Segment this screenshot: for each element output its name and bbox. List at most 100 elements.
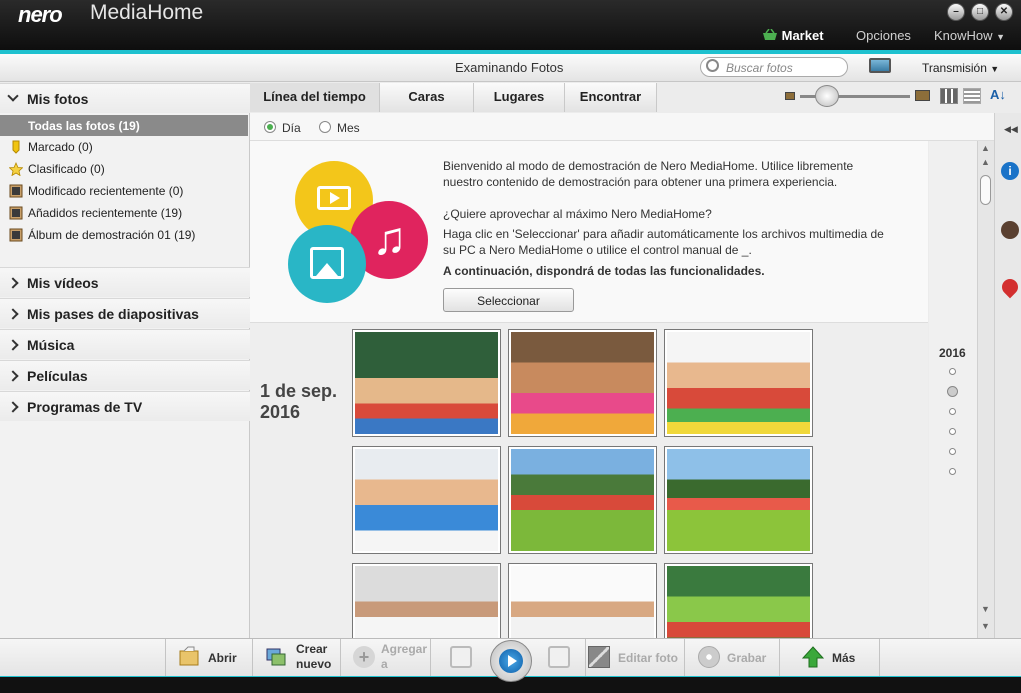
tab-find[interactable]: Encontrar bbox=[565, 83, 657, 112]
person-tag-icon[interactable] bbox=[1001, 221, 1019, 239]
title-bar: nero MediaHome – □ ✕ Market Opciones Kno… bbox=[0, 0, 1021, 50]
rotate-left-icon[interactable] bbox=[450, 646, 472, 668]
location-pin-icon[interactable] bbox=[998, 275, 1021, 299]
app-name: MediaHome bbox=[90, 1, 204, 24]
photo-thumbnail[interactable] bbox=[664, 329, 813, 437]
scroll-up-icon[interactable]: ▲ bbox=[981, 157, 990, 167]
section-label: Mis vídeos bbox=[27, 275, 99, 291]
radio-month[interactable] bbox=[319, 121, 331, 133]
demo-welcome-text: Bienvenido al modo de demostración de Ne… bbox=[443, 159, 854, 189]
sidebar-item-marked[interactable]: Marcado (0) bbox=[12, 140, 93, 154]
sidebar-item-all-photos[interactable]: Todas las fotos (19) bbox=[0, 115, 248, 136]
create-icon bbox=[266, 648, 286, 666]
tab-places[interactable]: Lugares bbox=[474, 83, 565, 112]
search-icon bbox=[706, 59, 719, 72]
collapse-panel-icon[interactable]: ◀◀ bbox=[1004, 124, 1018, 135]
scroll-top-icon[interactable]: ▲ bbox=[981, 143, 990, 153]
open-button[interactable]: Abrir bbox=[165, 639, 253, 677]
demo-question-text: ¿Quiere aprovechar al máximo Nero MediaH… bbox=[443, 207, 712, 221]
timeline-marker[interactable] bbox=[947, 386, 958, 397]
demo-instructions-text: Haga clic en 'Seleccionar' para añadir a… bbox=[443, 227, 884, 257]
section-slideshows[interactable]: Mis pases de diapositivas bbox=[0, 298, 250, 328]
photo-thumbnail[interactable] bbox=[508, 446, 657, 554]
sort-icon[interactable]: A↓ bbox=[990, 87, 1006, 102]
burn-button[interactable]: Grabar bbox=[685, 639, 780, 677]
tab-timeline[interactable]: Línea del tiempo bbox=[250, 83, 380, 112]
photo-thumbnail[interactable] bbox=[508, 329, 657, 437]
photo-album-icon bbox=[9, 228, 23, 242]
transmission-menu[interactable]: Transmisión ▼ bbox=[922, 61, 999, 75]
shopping-basket-icon bbox=[763, 28, 777, 40]
create-new-button[interactable]: Crear nuevo bbox=[253, 639, 341, 677]
scroll-thumb[interactable] bbox=[980, 175, 991, 205]
search-input[interactable]: Buscar fotos bbox=[700, 57, 848, 77]
minimize-button[interactable]: – bbox=[947, 3, 965, 21]
sidebar-item-label: Álbum de demostración 01 (19) bbox=[28, 228, 196, 242]
section-movies[interactable]: Películas bbox=[0, 360, 250, 390]
edit-photo-label: Editar foto bbox=[618, 651, 678, 665]
timeline-marker[interactable] bbox=[949, 428, 956, 435]
section-label: Música bbox=[27, 337, 75, 353]
page-title: Examinando Fotos bbox=[455, 60, 564, 75]
timeline-marker[interactable] bbox=[949, 408, 956, 415]
info-icon[interactable]: i bbox=[1001, 162, 1019, 180]
sidebar: Mis fotos Todas las fotos (19) Marcado (… bbox=[0, 83, 250, 638]
section-label: Programas de TV bbox=[27, 399, 143, 415]
sidebar-item-recently-added[interactable]: Añadidos recientemente (19) bbox=[9, 206, 182, 220]
edit-photo-button[interactable]: Editar foto bbox=[585, 639, 685, 677]
section-tv[interactable]: Programas de TV bbox=[0, 391, 250, 421]
add-to-button[interactable]: + Agregar a bbox=[341, 639, 431, 677]
timeline-marker[interactable] bbox=[949, 368, 956, 375]
demo-panel: ♫ Bienvenido al modo de demostración de … bbox=[250, 141, 928, 323]
close-button[interactable]: ✕ bbox=[995, 3, 1013, 21]
photo-thumbnail[interactable] bbox=[352, 329, 501, 437]
add-label-1: Agregar bbox=[381, 642, 428, 656]
radio-day-label: Día bbox=[282, 121, 301, 135]
radio-day[interactable] bbox=[264, 121, 276, 133]
open-label: Abrir bbox=[208, 651, 237, 665]
zoom-slider-handle[interactable] bbox=[815, 85, 839, 107]
sidebar-item-recently-modified[interactable]: Modificado recientemente (0) bbox=[9, 184, 183, 198]
photo-thumbnail[interactable] bbox=[664, 563, 813, 638]
scroll-bottom-icon[interactable]: ▼ bbox=[981, 621, 990, 631]
star-icon bbox=[9, 162, 23, 176]
photo-thumbnail[interactable] bbox=[352, 446, 501, 554]
arrow-up-icon bbox=[802, 646, 824, 668]
chevron-down-icon: ▼ bbox=[990, 64, 1000, 74]
rotate-right-icon[interactable] bbox=[548, 646, 570, 668]
section-music[interactable]: Música bbox=[0, 329, 250, 359]
timeline-marker[interactable] bbox=[949, 448, 956, 455]
view-tabs: Línea del tiempo Caras Lugares Encontrar bbox=[250, 83, 657, 112]
select-button[interactable]: Seleccionar bbox=[443, 288, 574, 312]
header-bar: Examinando Fotos Buscar fotos Transmisió… bbox=[0, 54, 1021, 82]
section-mis-videos[interactable]: Mis vídeos bbox=[0, 267, 250, 297]
photo-thumbnail[interactable] bbox=[352, 563, 501, 638]
grid-view-icon[interactable] bbox=[940, 88, 958, 104]
knowhow-menu[interactable]: KnowHow ▼ bbox=[934, 28, 1005, 43]
timeline-marker[interactable] bbox=[949, 468, 956, 475]
sidebar-item-label: Marcado (0) bbox=[28, 140, 93, 154]
timeline-navigator: 2016 bbox=[929, 141, 977, 638]
sidebar-item-label: Clasificado (0) bbox=[28, 162, 105, 176]
sidebar-item-rated[interactable]: Clasificado (0) bbox=[9, 162, 105, 176]
photo-thumbnail[interactable] bbox=[664, 446, 813, 554]
market-link[interactable]: Market bbox=[762, 28, 824, 43]
sidebar-item-demo-album[interactable]: Álbum de demostración 01 (19) bbox=[9, 228, 196, 242]
create-label: Crear nuevo bbox=[296, 642, 331, 672]
chevron-right-icon bbox=[7, 370, 19, 382]
scroll-down-icon[interactable]: ▼ bbox=[981, 604, 990, 614]
maximize-button[interactable]: □ bbox=[971, 3, 989, 21]
tag-icon bbox=[12, 140, 20, 154]
options-menu[interactable]: Opciones bbox=[856, 28, 911, 43]
tab-faces[interactable]: Caras bbox=[380, 83, 474, 112]
section-label: Mis pases de diapositivas bbox=[27, 306, 199, 322]
burn-label: Grabar bbox=[727, 651, 767, 665]
vertical-scrollbar[interactable]: ▲ ▲ ▼ ▼ bbox=[977, 141, 994, 638]
open-folder-icon bbox=[179, 646, 199, 666]
list-view-icon[interactable] bbox=[963, 88, 981, 104]
more-button[interactable]: Más bbox=[780, 639, 880, 677]
monitor-icon[interactable] bbox=[869, 58, 891, 73]
photo-thumbnail[interactable] bbox=[508, 563, 657, 638]
section-mis-fotos[interactable]: Mis fotos bbox=[0, 83, 250, 113]
play-button[interactable] bbox=[490, 640, 532, 682]
